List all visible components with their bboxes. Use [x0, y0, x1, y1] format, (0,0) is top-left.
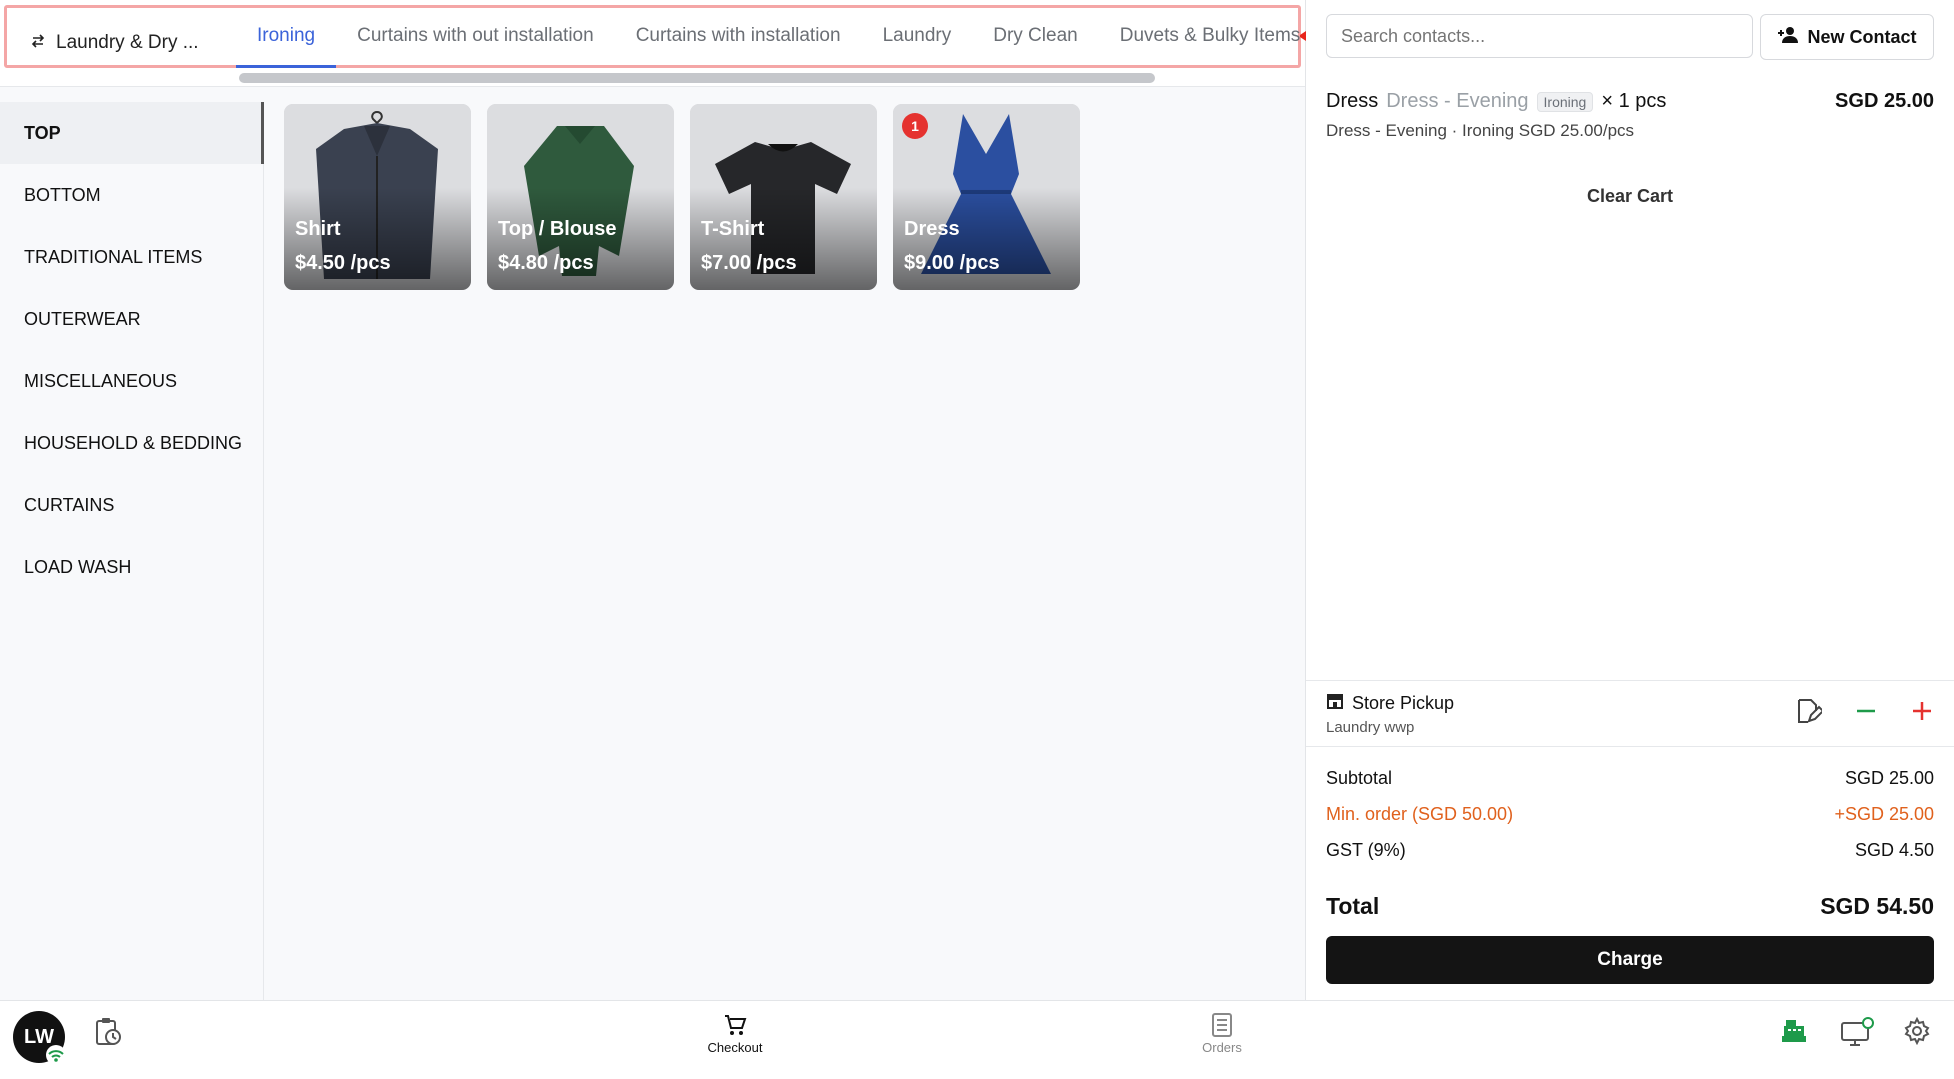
service-tab-bar: Laundry & Dry ... Ironing Curtains with …: [0, 0, 1305, 87]
cart-item-detail: Dress - Evening · Ironing SGD 25.00/pcs: [1326, 121, 1635, 140]
order-summary: Subtotal SGD 25.00 Min. order (SGD 50.00…: [1326, 760, 1934, 934]
cart-item[interactable]: Dress Dress - Evening Ironing × 1 pcs SG…: [1326, 90, 1934, 141]
tab-dry-clean[interactable]: Dry Clean: [972, 10, 1098, 68]
edit-note-icon[interactable]: [1794, 697, 1825, 730]
cart-item-price: SGD 25.00: [1835, 90, 1934, 112]
add-person-icon: [1777, 26, 1799, 49]
pickup-title: Store Pickup: [1352, 693, 1455, 713]
product-card-dress[interactable]: 1 Dress $9.00 /pcs: [893, 104, 1080, 290]
tab-ironing[interactable]: Ironing: [236, 10, 337, 68]
category-outerwear[interactable]: OUTERWEAR: [0, 288, 263, 350]
gst-row: GST (9%) SGD 4.50: [1326, 839, 1934, 860]
category-bottom[interactable]: BOTTOM: [0, 164, 263, 226]
min-order-row: Min. order (SGD 50.00) +SGD 25.00: [1326, 803, 1934, 824]
store-switcher-label: Laundry & Dry ...: [56, 32, 199, 53]
clipboard-clock-icon[interactable]: [94, 1017, 122, 1052]
service-tabs: Ironing Curtains with out installation C…: [236, 10, 1321, 68]
swap-icon: [30, 32, 46, 54]
nav-orders-label: Orders: [1202, 1040, 1242, 1055]
new-contact-label: New Contact: [1807, 26, 1917, 47]
category-load-wash[interactable]: LOAD WASH: [0, 536, 263, 598]
settings-gear-icon[interactable]: [1903, 1016, 1931, 1050]
plus-icon[interactable]: [1910, 697, 1934, 730]
bottom-bar: LW Checkout Orders: [0, 1000, 1954, 1079]
tabs-scrollbar[interactable]: [239, 73, 1155, 83]
search-contacts-input[interactable]: [1326, 14, 1753, 58]
product-grid: Shirt $4.50 /pcs Top / Blouse $4.80 /pcs…: [284, 104, 1080, 290]
category-miscellaneous[interactable]: MISCELLANEOUS: [0, 350, 263, 412]
category-curtains[interactable]: CURTAINS: [0, 474, 263, 536]
product-name: T-Shirt: [701, 218, 765, 240]
subtotal-row: Subtotal SGD 25.00: [1326, 767, 1934, 788]
category-traditional-items[interactable]: TRADITIONAL ITEMS: [0, 226, 263, 288]
product-name: Shirt: [295, 218, 341, 240]
nav-orders[interactable]: Orders: [1196, 1013, 1248, 1055]
wifi-icon: [46, 1045, 66, 1065]
service-badge: Ironing: [1536, 91, 1594, 112]
total-row: Total SGD 54.50: [1326, 892, 1934, 919]
product-card-t-shirt[interactable]: T-Shirt $7.00 /pcs: [690, 104, 877, 290]
pickup-subtitle: Laundry wwp: [1326, 719, 1415, 736]
product-price: $4.50 /pcs: [295, 252, 391, 274]
quantity-badge: 1: [902, 113, 928, 139]
product-card-shirt[interactable]: Shirt $4.50 /pcs: [284, 104, 471, 290]
product-price: $7.00 /pcs: [701, 252, 797, 274]
category-top[interactable]: TOP: [0, 102, 264, 164]
pickup-section: Store Pickup Laundry wwp: [1306, 680, 1954, 747]
tab-laundry[interactable]: Laundry: [862, 10, 973, 68]
store-icon: [1326, 693, 1344, 714]
store-switcher[interactable]: Laundry & Dry ...: [30, 32, 199, 54]
cart-item-qty: × 1 pcs: [1601, 90, 1667, 112]
product-card-top-blouse[interactable]: Top / Blouse $4.80 /pcs: [487, 104, 674, 290]
cart-panel: New Contact Dress Dress - Evening Ironin…: [1306, 0, 1954, 1000]
clear-cart-button[interactable]: Clear Cart: [1306, 186, 1954, 207]
charge-button[interactable]: Charge: [1326, 936, 1934, 984]
product-price: $9.00 /pcs: [904, 252, 1000, 274]
tab-curtains-with-installation[interactable]: Curtains with installation: [615, 10, 862, 68]
cart-icon: [701, 1013, 769, 1040]
cart-item-variant: Dress - Evening: [1386, 90, 1529, 112]
nav-checkout[interactable]: Checkout: [701, 1013, 769, 1055]
product-price: $4.80 /pcs: [498, 252, 594, 274]
product-name: Top / Blouse: [498, 218, 617, 240]
monitor-icon[interactable]: [1840, 1017, 1874, 1052]
tab-duvets-bulky-items[interactable]: Duvets & Bulky Items: [1099, 10, 1322, 68]
tab-curtains-without-installation[interactable]: Curtains with out installation: [336, 10, 615, 68]
new-contact-button[interactable]: New Contact: [1760, 14, 1934, 60]
catalog-panel: Laundry & Dry ... Ironing Curtains with …: [0, 0, 1306, 1000]
category-sidebar: TOP BOTTOM TRADITIONAL ITEMS OUTERWEAR M…: [0, 102, 264, 1000]
cart-item-name: Dress: [1326, 90, 1379, 112]
nav-checkout-label: Checkout: [707, 1040, 763, 1055]
minus-icon[interactable]: [1854, 697, 1878, 730]
product-name: Dress: [904, 218, 960, 240]
category-household-bedding[interactable]: HOUSEHOLD & BEDDING: [0, 412, 263, 474]
cash-register-icon[interactable]: [1780, 1017, 1808, 1050]
orders-icon: [1196, 1013, 1248, 1040]
